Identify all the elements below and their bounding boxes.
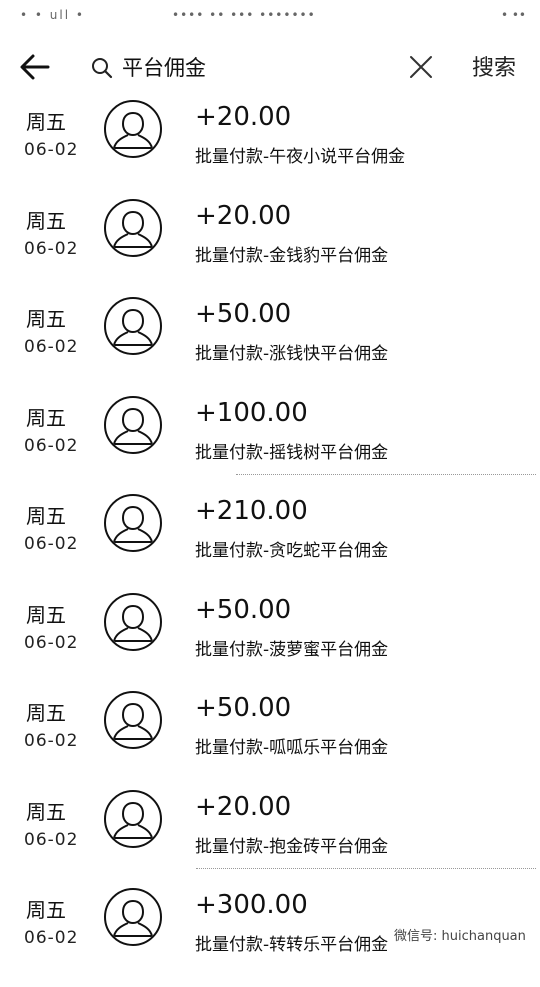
row-date: 06-02: [24, 238, 79, 259]
transaction-row[interactable]: 周五 06-02 +100.00 批量付款-摇钱树平台佣金: [0, 395, 540, 495]
row-day: 周五: [26, 208, 66, 233]
transaction-row[interactable]: 周五 06-02 +210.00 批量付款-贪吃蛇平台佣金: [0, 494, 540, 593]
transaction-row[interactable]: 周五 06-02 +50.00 批量付款-呱呱乐平台佣金: [0, 691, 540, 790]
row-date: 06-02: [24, 435, 79, 456]
clear-search-button[interactable]: [408, 54, 434, 80]
arrow-left-icon: [20, 54, 50, 80]
transaction-row[interactable]: 周五 06-02 +20.00 批量付款-午夜小说平台佣金: [0, 100, 540, 199]
search-header: 搜索: [0, 32, 540, 100]
row-description: 批量付款-呱呱乐平台佣金: [195, 738, 389, 758]
user-avatar-icon: [104, 494, 162, 552]
search-input[interactable]: [122, 52, 382, 82]
dotted-divider: [236, 474, 536, 475]
search-button[interactable]: 搜索: [472, 50, 516, 82]
transaction-list: 周五 06-02 +20.00 批量付款-午夜小说平台佣金 周五 06-02 +20.00 批…: [0, 100, 540, 987]
dotted-divider: [196, 868, 536, 869]
row-day: 周五: [26, 307, 66, 331]
row-description: 批量付款-贪吃蛇平台佣金: [195, 541, 389, 561]
row-day: 周五: [26, 602, 66, 627]
row-amount: +20.00: [195, 102, 292, 132]
status-bar: • • ull • •••• •• ••• ••••••• • ••: [0, 0, 540, 32]
search-icon: [92, 58, 113, 79]
row-date: 06-02: [24, 534, 79, 554]
row-description: 批量付款-抱金砖平台佣金: [195, 836, 389, 857]
back-button[interactable]: [18, 50, 52, 84]
status-right: • ••: [500, 8, 526, 22]
status-left: • • ull •: [20, 8, 85, 22]
row-amount: +20.00: [195, 200, 292, 231]
close-icon: [410, 56, 432, 78]
row-description: 批量付款-涨钱快平台佣金: [195, 344, 389, 364]
status-middle: •••• •• ••• •••••••: [172, 8, 316, 22]
transaction-row[interactable]: 周五 06-02 +20.00 批量付款-金钱豹平台佣金: [0, 198, 540, 298]
user-avatar-icon: [104, 100, 162, 158]
user-avatar-icon: [104, 395, 162, 454]
row-description: 批量付款-金钱豹平台佣金: [195, 245, 389, 266]
row-amount: +50.00: [195, 299, 292, 329]
row-day: 周五: [26, 799, 66, 824]
row-description: 批量付款-菠萝蜜平台佣金: [195, 639, 389, 660]
user-avatar-icon: [104, 789, 162, 848]
row-description: 批量付款-转转乐平台佣金: [195, 935, 389, 955]
row-amount: +300.00: [195, 890, 308, 920]
row-amount: +20.00: [195, 791, 292, 822]
user-avatar-icon: [104, 592, 162, 651]
transaction-row[interactable]: 周五 06-02 +20.00 批量付款-抱金砖平台佣金: [0, 789, 540, 889]
row-date: 06-02: [24, 632, 79, 653]
user-avatar-icon: [104, 198, 162, 257]
row-amount: +100.00: [195, 397, 308, 428]
user-avatar-icon: [104, 297, 162, 355]
row-amount: +210.00: [195, 496, 308, 526]
row-amount: +50.00: [195, 693, 292, 723]
row-day: 周五: [26, 405, 66, 430]
row-description: 批量付款-午夜小说平台佣金: [195, 147, 406, 167]
user-avatar-icon: [104, 691, 162, 749]
transaction-row[interactable]: 周五 06-02 +50.00 批量付款-涨钱快平台佣金: [0, 297, 540, 396]
row-amount: +50.00: [195, 594, 292, 625]
row-description: 批量付款-摇钱树平台佣金: [195, 442, 389, 463]
user-avatar-icon: [104, 888, 162, 946]
row-day: 周五: [26, 701, 66, 725]
row-date: 06-02: [24, 140, 79, 160]
transaction-row[interactable]: 周五 06-02 +50.00 批量付款-菠萝蜜平台佣金: [0, 592, 540, 692]
row-date: 06-02: [24, 928, 79, 948]
row-day: 周五: [26, 504, 66, 528]
row-date: 06-02: [24, 731, 79, 751]
watermark-text: 微信号: huichanquan: [394, 929, 526, 944]
row-date: 06-02: [24, 337, 79, 357]
row-day: 周五: [26, 110, 66, 134]
row-day: 周五: [26, 898, 66, 922]
row-date: 06-02: [24, 829, 79, 850]
